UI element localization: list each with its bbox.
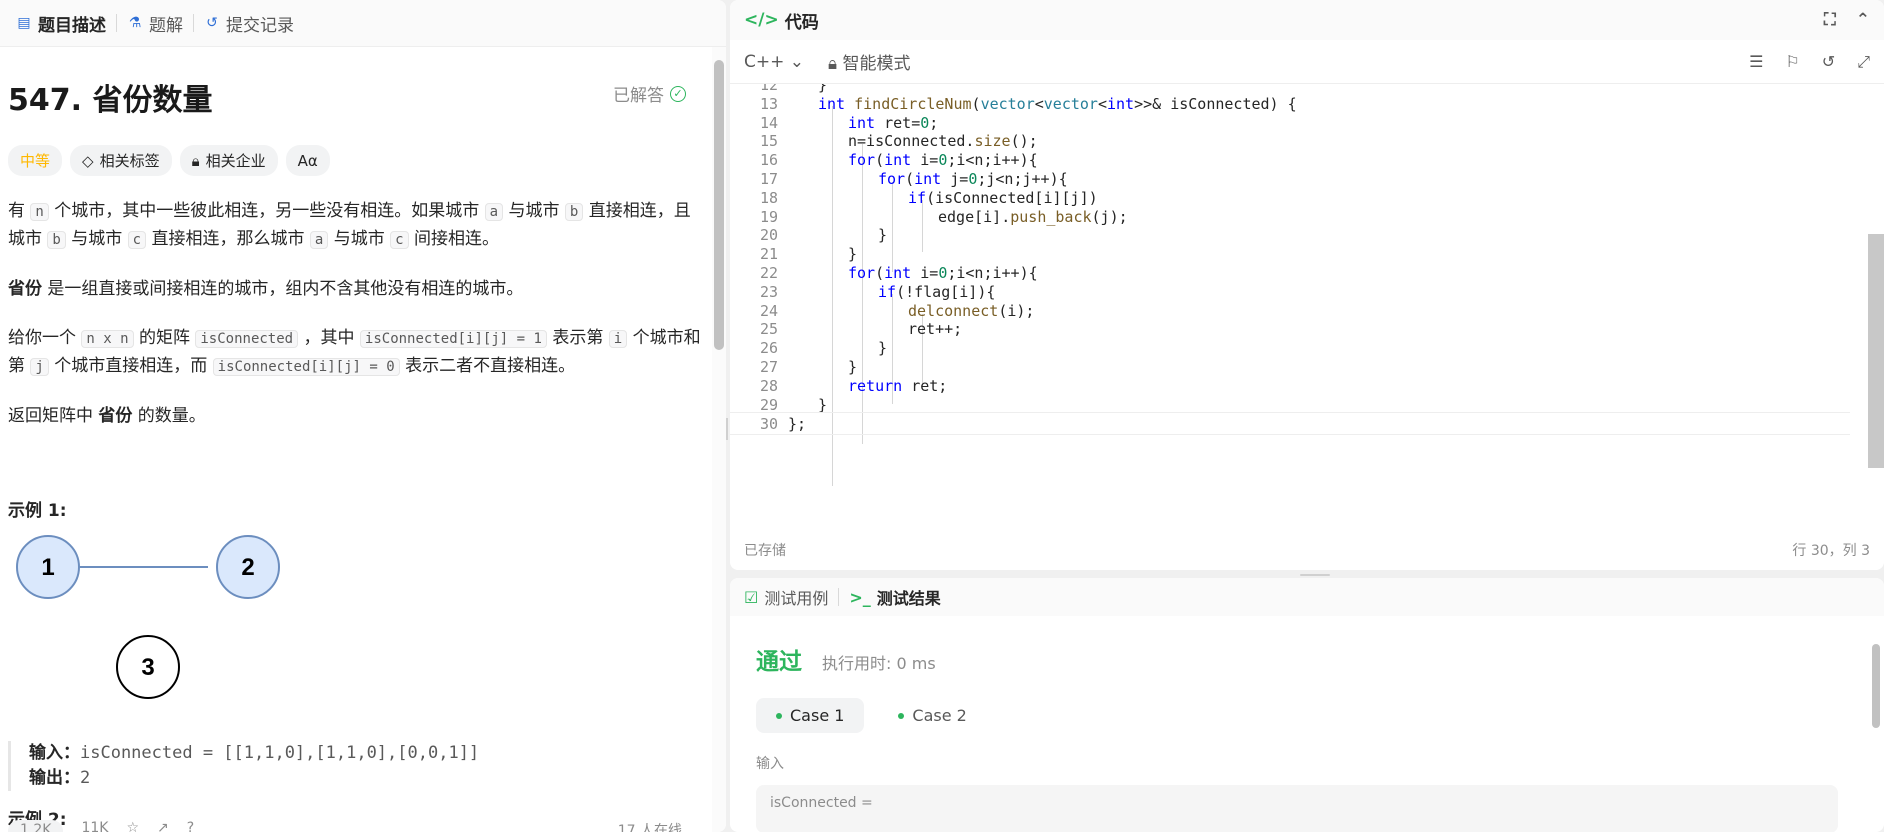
code-header: </> 代码 ⛶ ⌃: [730, 0, 1884, 40]
line-number: 30: [759, 415, 778, 434]
example-output: 输出：2: [29, 768, 91, 788]
tab-submissions-label: 提交记录: [226, 15, 294, 36]
fullscreen-icon[interactable]: ⛶: [1824, 10, 1836, 30]
chevron-down-icon: ⌄: [789, 51, 805, 72]
solved-badge: 已解答 ✓: [613, 81, 686, 106]
share-icon[interactable]: ↗: [157, 820, 169, 832]
comment-button[interactable]: 11K: [81, 820, 108, 832]
code-text: };: [788, 415, 807, 434]
tab-solution[interactable]: ⚗ 题解: [117, 11, 193, 36]
tab-result[interactable]: >_ 测试结果: [849, 585, 940, 609]
case-1-tab[interactable]: Case 1: [756, 698, 865, 733]
tab-description-label: 题目描述: [38, 15, 106, 36]
language-select[interactable]: C++ ⌄: [744, 52, 804, 72]
check-circle-icon: ✓: [670, 85, 686, 102]
related-tags-button[interactable]: ◇ 相关标签: [70, 145, 172, 176]
related-companies-label: 相关企业: [205, 152, 266, 170]
result-status: 通过 执行用时: 0 ms: [756, 642, 1884, 676]
horizontal-resize-handle[interactable]: [1300, 574, 1330, 576]
code-line[interactable]: 30};: [730, 412, 1850, 435]
online-count: 17 人在线: [617, 823, 682, 832]
input-variable: isConnected =: [770, 795, 873, 811]
checkbox-icon: ☑: [744, 587, 759, 607]
tab-testcase[interactable]: ☑ 测试用例: [744, 585, 828, 609]
vertical-resize-handle[interactable]: [726, 418, 728, 440]
tab-solution-label: 题解: [149, 15, 183, 36]
flask-icon: ⚗: [128, 15, 142, 31]
description-paragraph-3: 给你一个 n x n 的矩阵 isConnected ，其中 isConnect…: [8, 328, 701, 376]
solved-label: 已解答: [613, 86, 664, 106]
pass-label: 通过: [756, 649, 802, 675]
problem-scrollbar[interactable]: [714, 60, 724, 350]
input-box: isConnected =: [756, 785, 1838, 832]
result-scrollbar[interactable]: [1872, 644, 1880, 728]
example-1-title: 示例 1:: [8, 501, 67, 521]
editor-scrollbar[interactable]: [1868, 234, 1884, 468]
bottom-action-bar: 1.2K 11K ☆ ↗ ? 17 人在线: [0, 820, 712, 832]
node-label-3: 3: [141, 654, 154, 681]
problem-tags: 中等 ◇ 相关标签 🔒︎ 相关企业 Aα: [8, 145, 704, 176]
input-label: 输入: [756, 756, 784, 772]
bookmark-icon[interactable]: ⚐: [1785, 52, 1799, 72]
expand-icon[interactable]: ⤢: [1857, 52, 1870, 72]
tab-description[interactable]: ▤ 题目描述: [6, 11, 116, 36]
pass-dot: [776, 712, 782, 719]
tab-submissions[interactable]: ↺ 提交记录: [194, 11, 304, 36]
collapse-icon[interactable]: ⌃: [1856, 10, 1870, 30]
code-title: 代码: [784, 12, 819, 33]
lock-icon: 🔒︎: [191, 151, 200, 170]
result-tabs: ☑ 测试用例 >_ 测试结果: [730, 578, 1884, 616]
related-companies-button[interactable]: 🔒︎ 相关企业: [179, 145, 278, 176]
example-1-graph: 1 2 3: [16, 535, 280, 699]
reset-icon[interactable]: ↺: [1822, 52, 1835, 72]
translate-icon: Aα: [297, 151, 318, 170]
node-label-1: 1: [41, 554, 54, 581]
tab-result-label: 测试结果: [876, 589, 941, 608]
example-input: 输入：isConnected = [[1,1,0],[1,1,0],[0,0,1…: [29, 743, 480, 763]
description-paragraph-4: 返回矩阵中 省份 的数量。: [8, 406, 206, 426]
code-panel: </> 代码 ⛶ ⌃ C++ ⌄ 🔒︎ 智能模式 ☰ ⚐ ↺ ⤢ 12} 13 in…: [730, 0, 1884, 570]
document-icon: ▤: [17, 15, 31, 31]
help-icon[interactable]: ?: [187, 820, 194, 832]
related-tags-label: 相关标签: [99, 152, 160, 170]
node-label-2: 2: [241, 554, 254, 581]
case-tabs: Case 1 Case 2: [756, 698, 1884, 733]
history-icon: ↺: [206, 15, 218, 31]
case-2-tab[interactable]: Case 2: [878, 698, 986, 733]
problem-tabs: ▤ 题目描述 ⚗ 题解 ↺ 提交记录: [0, 0, 726, 47]
pass-dot: [898, 712, 905, 719]
code-footer: 已存储 行 30，列 3: [730, 536, 1884, 564]
description-paragraph-2: 省份 是一组直接或间接相连的城市，组内不含其他没有相连的城市。: [8, 279, 524, 299]
code-editor[interactable]: 12} 13 int findCircleNum(vector<vector<int…: [730, 84, 1884, 510]
runtime-label: 执行用时: 0 ms: [822, 654, 936, 673]
problem-panel: ▤ 题目描述 ⚗ 题解 ↺ 提交记录 547. 省份数量 已解答 ✓ 中等 ◇ …: [0, 0, 726, 832]
example-1-io: 输入：isConnected = [[1,1,0],[1,1,0],[0,0,1…: [8, 741, 704, 791]
result-panel: ☑ 测试用例 >_ 测试结果 通过 执行用时: 0 ms Case 1 Case…: [730, 578, 1884, 832]
lock-icon: 🔒︎: [828, 54, 838, 74]
problem-title[interactable]: 547. 省份数量: [8, 75, 704, 119]
cursor-position: 行 30，列 3: [1792, 543, 1870, 559]
description-paragraph-1: 有 n 个城市，其中一些彼此相连，另一些没有相连。如果城市 a 与城市 b 直接…: [8, 201, 691, 249]
difficulty-badge: 中等: [8, 145, 63, 176]
saved-status: 已存储: [744, 543, 786, 559]
format-icon[interactable]: ☰: [1749, 52, 1763, 72]
like-button[interactable]: 1.2K: [8, 820, 64, 832]
terminal-icon: >_: [849, 587, 871, 607]
code-icon: </>: [744, 10, 779, 30]
tab-separator: [838, 588, 840, 606]
code-toolbar: C++ ⌄ 🔒︎ 智能模式 ☰ ⚐ ↺ ⤢: [730, 40, 1884, 84]
tag-icon: ◇: [82, 151, 94, 170]
mode-toggle[interactable]: 🔒︎ 智能模式: [828, 49, 910, 74]
problem-content: 547. 省份数量 已解答 ✓ 中等 ◇ 相关标签 🔒︎ 相关企业 Aα 有 n…: [0, 47, 712, 832]
star-icon[interactable]: ☆: [126, 820, 139, 832]
tab-testcase-label: 测试用例: [764, 589, 829, 608]
translate-button[interactable]: Aα: [285, 145, 330, 176]
